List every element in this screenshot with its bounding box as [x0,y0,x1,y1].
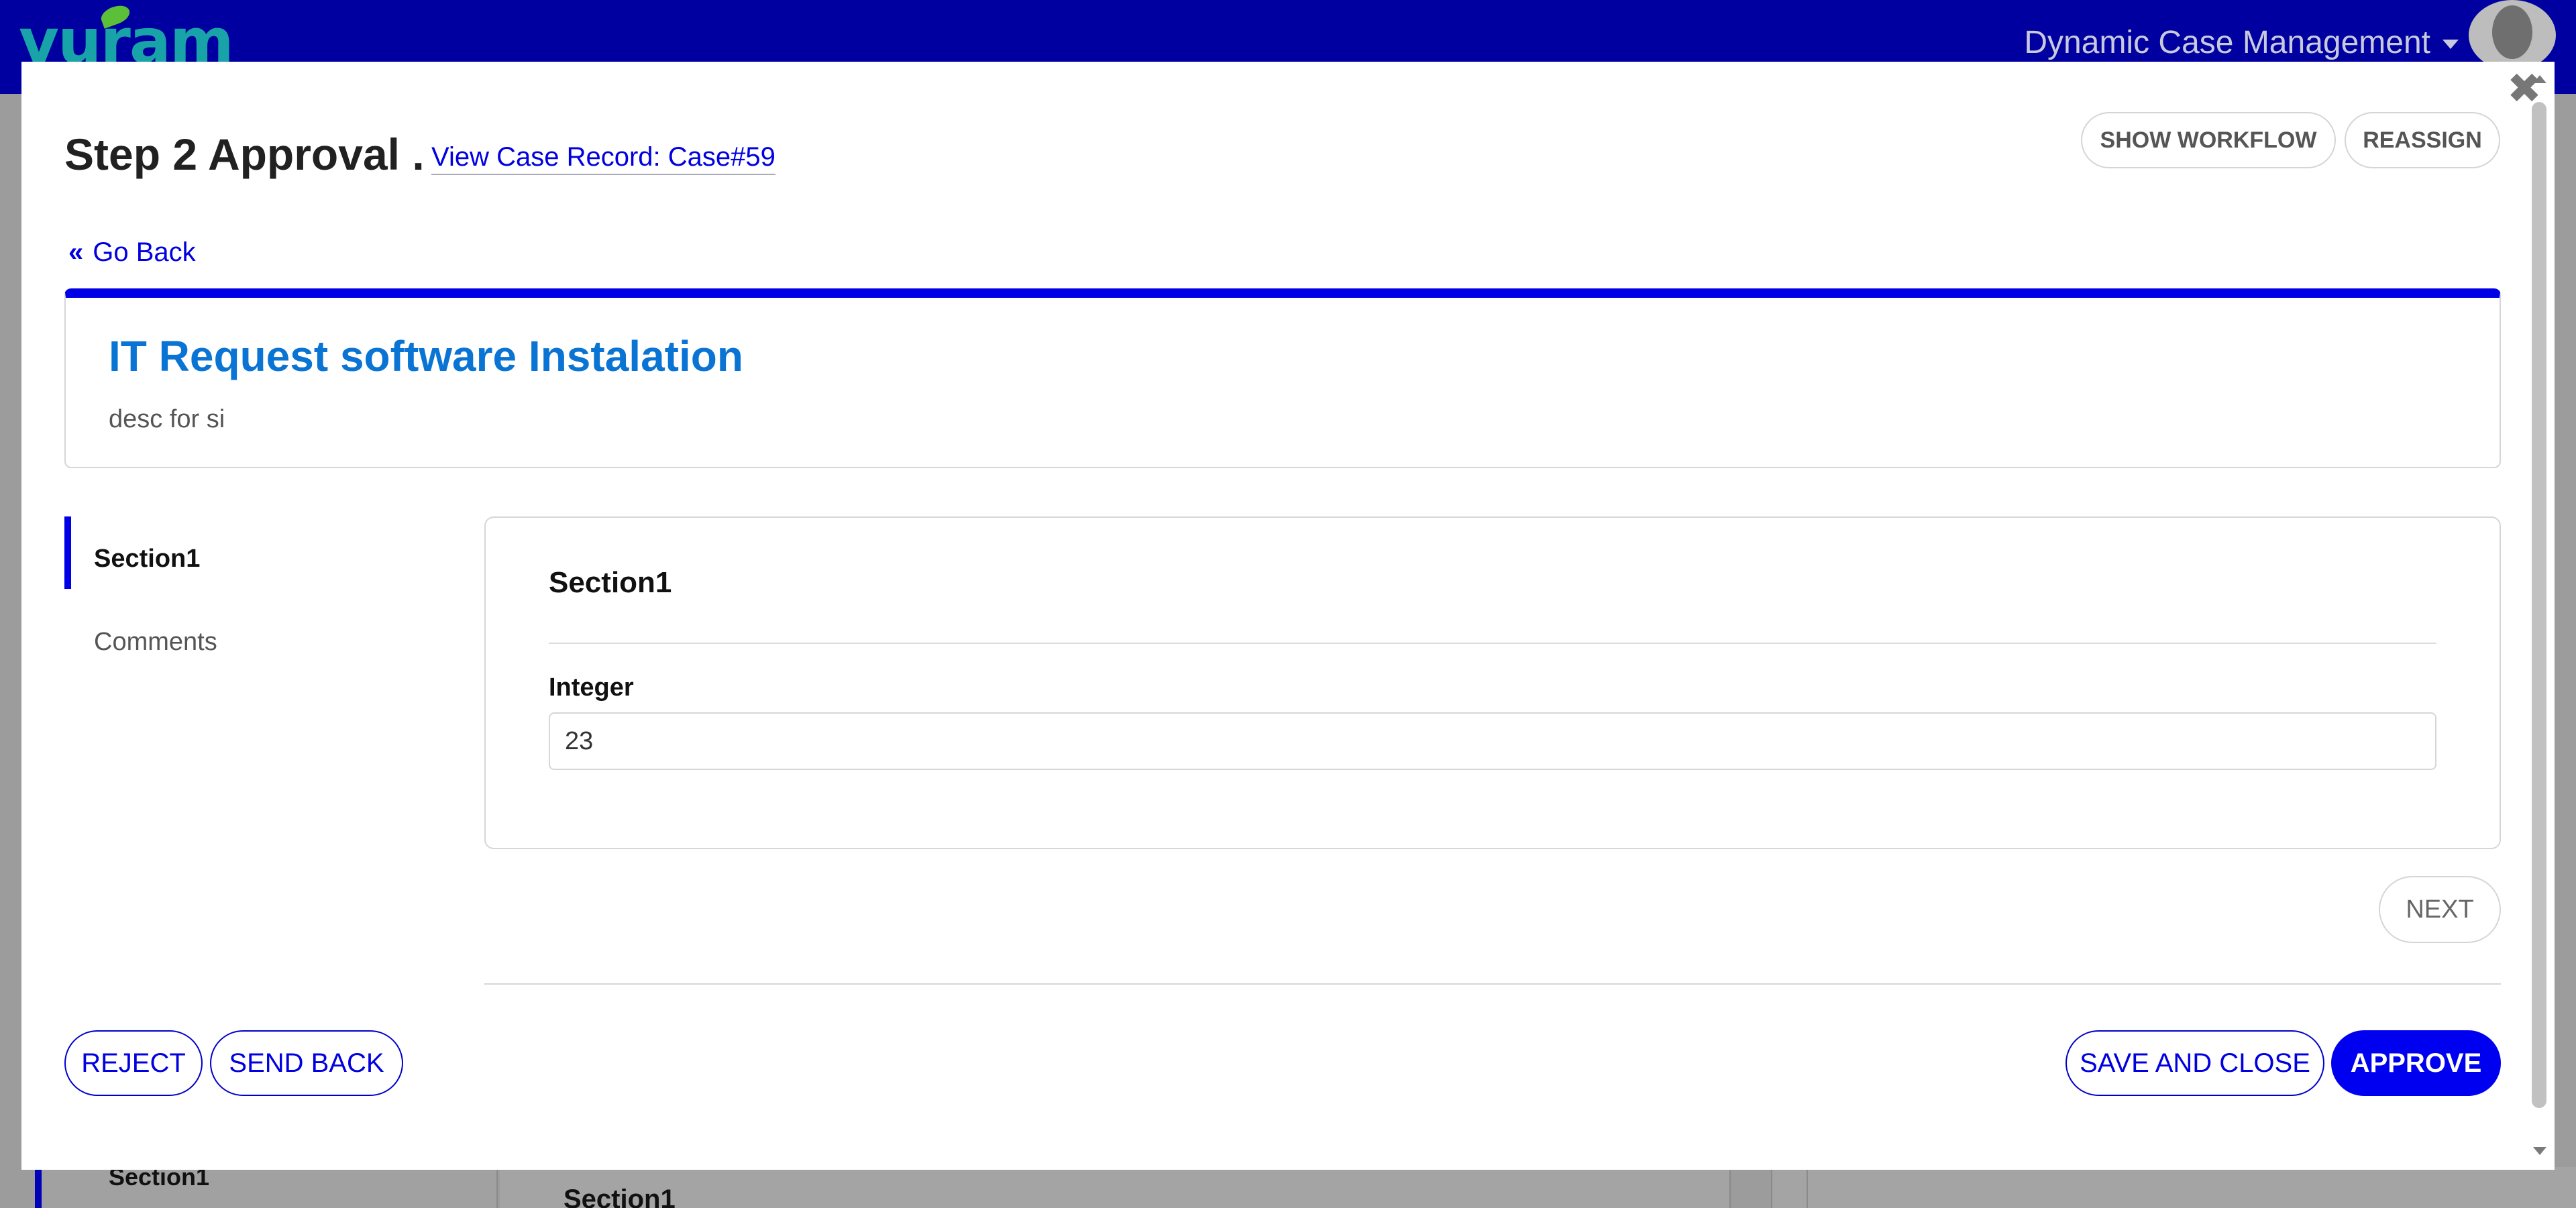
section-card: Section1 Integer [484,516,2501,849]
next-button[interactable]: NEXT [2379,876,2501,943]
scroll-thumb[interactable] [2532,102,2546,1108]
view-case-record-link[interactable]: View Case Record: Case#59 [431,142,775,175]
section-title: Section1 [549,566,672,599]
double-chevron-left-icon: « [68,237,84,267]
reject-button[interactable]: REJECT [64,1030,203,1096]
scroll-down-icon[interactable] [2533,1147,2546,1155]
app-title: Dynamic Case Management [2024,25,2430,60]
close-icon[interactable]: ✖ [2507,68,2542,110]
case-title: IT Request software Instalation [109,332,743,380]
page-title: Step 2 Approval . [64,129,425,179]
background-sidebar [35,1167,498,1208]
case-description: desc for si [109,405,225,433]
send-back-button[interactable]: SEND BACK [210,1030,403,1096]
go-back-link[interactable]: « Go Back [68,237,196,268]
app-menu-dropdown[interactable]: Dynamic Case Management [2024,24,2459,61]
active-indicator [64,516,71,589]
background-right-panel [1808,1167,2576,1208]
sidebar-item-section1[interactable]: Section1 [94,545,200,573]
save-and-close-button[interactable]: SAVE AND CLOSE [2065,1030,2324,1096]
actions-divider [484,983,2501,985]
case-header-card: IT Request software Instalation desc for… [64,288,2501,468]
approve-button[interactable]: APPROVE [2331,1030,2501,1096]
section-divider [549,643,2436,644]
task-modal: ✖ Step 2 Approval . View Case Record: Ca… [21,62,2555,1170]
caret-down-icon [2443,40,2459,50]
show-workflow-button[interactable]: SHOW WORKFLOW [2081,112,2336,168]
avatar[interactable] [2469,0,2556,70]
integer-field[interactable] [549,712,2436,770]
background-section-panel [500,1167,1731,1208]
background-section-title: Section1 [564,1185,676,1208]
background-divider-panel [1771,1167,1808,1208]
go-back-label: Go Back [93,237,196,267]
integer-label: Integer [549,673,634,702]
modal-scrollbar[interactable] [2525,62,2555,1170]
sidebar-item-comments[interactable]: Comments [94,628,217,657]
reassign-button[interactable]: REASSIGN [2345,112,2500,168]
